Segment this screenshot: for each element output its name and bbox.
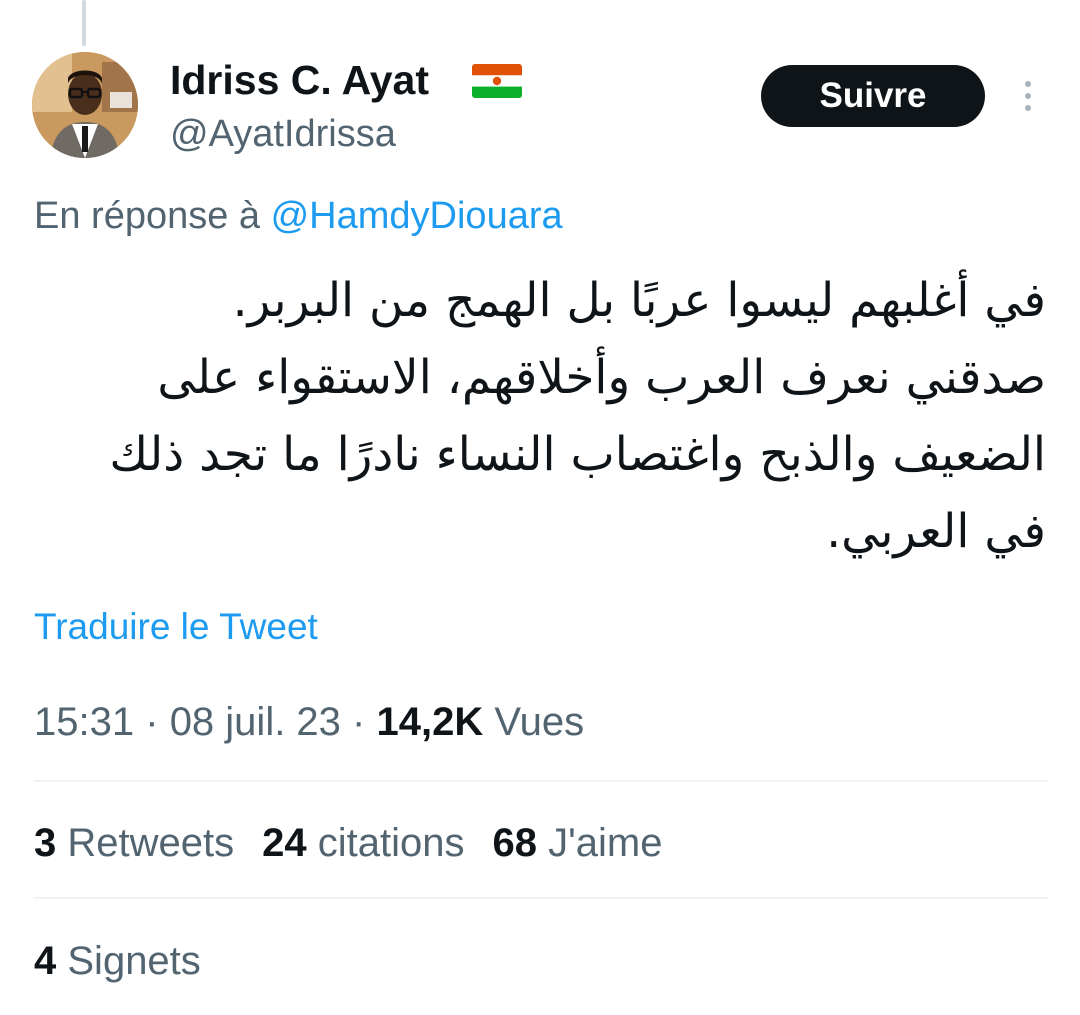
tweet-text: في أغلبهم ليسوا عربًا بل الهمج من البربر… — [36, 262, 1046, 570]
thread-connector-line — [82, 0, 86, 46]
follow-button[interactable]: Suivre — [761, 65, 985, 127]
reply-prefix: En réponse à — [34, 195, 271, 237]
bookmarks-count: 4 — [34, 939, 57, 983]
author-handle[interactable]: @AyatIdrissa — [170, 108, 396, 160]
meta-separator: · — [145, 700, 159, 744]
likes-stat[interactable]: 68 J'aime — [493, 815, 663, 871]
tweet-text-line: في أغلبهم ليسوا عربًا بل الهمج من البربر… — [232, 273, 1046, 328]
tweet-text-line: صدقني نعرف العرب وأخلاقهم، الاستقواء على — [157, 350, 1046, 405]
retweets-count: 3 — [34, 821, 57, 865]
more-dot — [1025, 81, 1031, 87]
flag-niger-icon — [472, 64, 522, 98]
quotes-stat[interactable]: 24 citations — [262, 815, 464, 871]
likes-label: J'aime — [548, 821, 663, 865]
tweet-meta: 15:31 · 08 juil. 23 · 14,2K Vues — [34, 694, 584, 750]
likes-count: 68 — [492, 821, 538, 865]
quotes-count: 24 — [262, 821, 307, 865]
more-vertical-icon[interactable] — [1008, 74, 1048, 118]
tweet-text-line: في العربي. — [826, 504, 1046, 559]
reply-context: En réponse à @HamdyDiouara — [34, 190, 563, 242]
meta-separator: · — [352, 700, 366, 744]
views-label: Vues — [494, 700, 585, 744]
more-dot — [1025, 93, 1031, 99]
views-count: 14,2K — [376, 700, 484, 744]
profile-photo — [32, 52, 138, 158]
retweets-label: Retweets — [67, 821, 235, 865]
tweet-date[interactable]: 08 juil. 23 — [170, 700, 341, 744]
engagement-stats: 3 Retweets 24 citations 68 J'aime — [34, 815, 690, 871]
divider — [34, 897, 1048, 899]
bookmarks-label: Signets — [67, 939, 201, 983]
tweet-text-line: الضعيف والذبح واغتصاب النساء نادرًا ما ت… — [109, 427, 1046, 482]
more-dot — [1025, 105, 1031, 111]
tweet-time[interactable]: 15:31 — [34, 700, 134, 744]
divider — [34, 780, 1048, 782]
bookmarks-stat[interactable]: 4 Signets — [34, 933, 201, 989]
author-display-name[interactable]: Idriss C. Ayat — [170, 52, 429, 108]
avatar[interactable] — [32, 52, 138, 158]
quotes-label: citations — [317, 821, 465, 865]
reply-mention-link[interactable]: @HamdyDiouara — [271, 195, 563, 237]
retweets-stat[interactable]: 3 Retweets — [34, 815, 234, 871]
translate-tweet-link[interactable]: Traduire le Tweet — [34, 601, 318, 653]
